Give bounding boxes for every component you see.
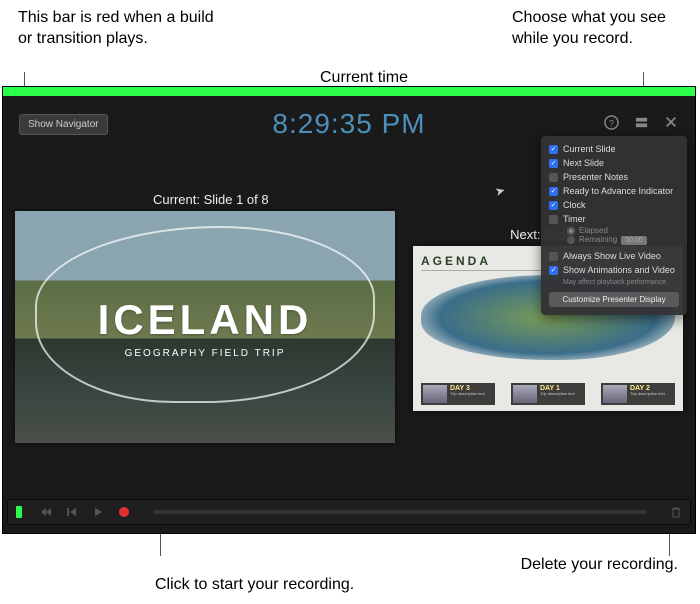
- timer-elapsed-radio[interactable]: Elapsed: [567, 226, 679, 235]
- slide-title: ICELAND: [98, 296, 313, 344]
- restart-icon[interactable]: [66, 506, 78, 518]
- timer-remaining-radio[interactable]: Remaining00:00: [567, 235, 679, 245]
- option-show-animations[interactable]: ✓Show Animations and Video: [549, 263, 679, 277]
- layout-options-icon[interactable]: [633, 114, 649, 130]
- status-bar: [3, 87, 695, 96]
- option-ready-indicator[interactable]: ✓Ready to Advance Indicator: [549, 184, 679, 198]
- day-card: DAY 3 Trip description text: [421, 383, 495, 405]
- level-indicator: [16, 506, 22, 518]
- clock-display: 8:29:35 PM: [272, 108, 425, 140]
- display-options-popover: ✓Current Slide ✓Next Slide Presenter Not…: [541, 136, 687, 315]
- customize-display-button[interactable]: Customize Presenter Display: [549, 292, 679, 307]
- option-timer[interactable]: Timer: [549, 212, 679, 226]
- help-icon[interactable]: ?: [603, 114, 619, 130]
- close-icon[interactable]: [663, 114, 679, 130]
- play-icon[interactable]: [92, 506, 104, 518]
- performance-note: May affect playback performance.: [563, 279, 679, 286]
- day-card: DAY 2 Trip description text: [601, 383, 675, 405]
- callout-display-options: Choose what you see while you record.: [512, 8, 682, 50]
- show-navigator-button[interactable]: Show Navigator: [19, 114, 108, 135]
- svg-text:?: ?: [608, 118, 613, 128]
- presenter-display: Show Navigator 8:29:35 PM ? Current: Sli…: [3, 96, 695, 533]
- day-card: DAY 1 Trip description text: [511, 383, 585, 405]
- record-button[interactable]: [118, 506, 130, 518]
- trash-icon[interactable]: [670, 506, 682, 518]
- cursor-icon: ➤: [493, 183, 506, 199]
- callout-status-bar: This bar is red when a build or transiti…: [18, 8, 218, 50]
- option-next-slide[interactable]: ✓Next Slide: [549, 156, 679, 170]
- option-presenter-notes[interactable]: Presenter Notes: [549, 170, 679, 184]
- rewind-icon[interactable]: [40, 506, 52, 518]
- callout-start-recording: Click to start your recording.: [155, 575, 354, 596]
- current-slide-label: Current: Slide 1 of 8: [153, 192, 269, 207]
- option-live-video[interactable]: Always Show Live Video: [549, 249, 679, 263]
- slide-subtitle: GEOGRAPHY FIELD TRIP: [125, 348, 286, 359]
- callout-delete-recording: Delete your recording.: [521, 555, 678, 576]
- recording-toolbar: [7, 499, 691, 525]
- option-clock[interactable]: ✓Clock: [549, 198, 679, 212]
- timeline-track[interactable]: [154, 510, 646, 514]
- current-slide-preview[interactable]: ICELAND GEOGRAPHY FIELD TRIP: [15, 211, 395, 443]
- option-current-slide[interactable]: ✓Current Slide: [549, 142, 679, 156]
